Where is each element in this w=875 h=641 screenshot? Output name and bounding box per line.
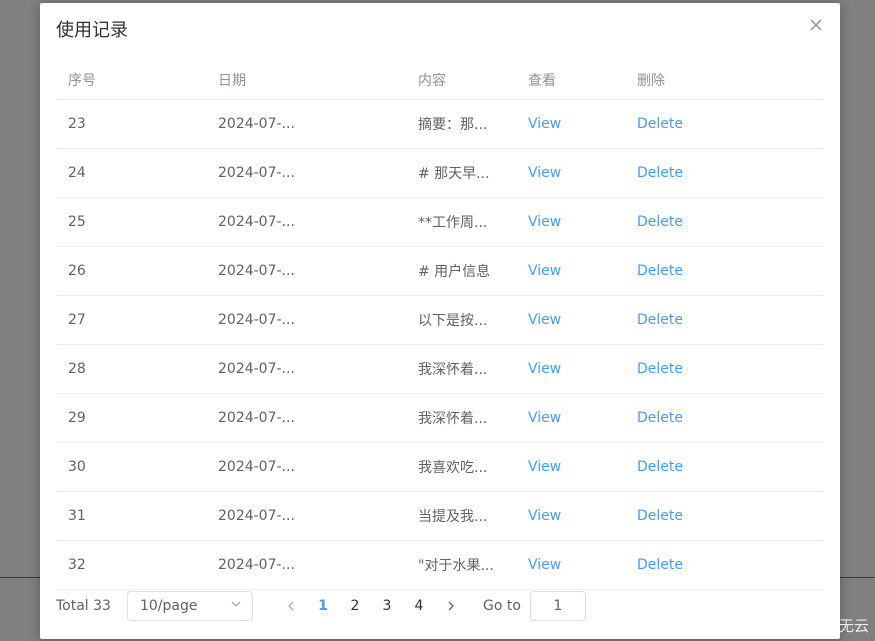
view-link[interactable]: View [528, 165, 561, 181]
delete-link[interactable]: Delete [637, 557, 683, 573]
usage-records-dialog: 使用记录 序号 日期 内容 查看 删除 23 2024-07-... 摘要：那.… [40, 3, 840, 639]
view-link[interactable]: View [528, 410, 561, 426]
view-link[interactable]: View [528, 214, 561, 230]
row-content: 摘要：那... [418, 117, 488, 133]
row-content: 我喜欢吃... [418, 460, 488, 476]
chevron-down-icon [230, 598, 242, 614]
header-view: 查看 [528, 73, 556, 89]
table-row: 32 2024-07-... "对于水果... View Delete [56, 541, 824, 590]
table-row: 27 2024-07-... 以下是按... View Delete [56, 296, 824, 345]
row-content: 我深怀着... [418, 362, 488, 378]
table-header: 序号 日期 内容 查看 删除 [56, 61, 824, 100]
chevron-left-icon [288, 601, 294, 611]
row-content: 以下是按... [418, 313, 488, 329]
prev-page-button[interactable] [275, 591, 307, 621]
close-icon[interactable] [808, 17, 824, 33]
row-date: 2024-07-... [218, 459, 295, 475]
page-button-1[interactable]: 1 [307, 591, 339, 621]
table-row: 30 2024-07-... 我喜欢吃... View Delete [56, 443, 824, 492]
row-content: 当提及我... [418, 509, 488, 525]
delete-link[interactable]: Delete [637, 361, 683, 377]
table-row: 29 2024-07-... 我深怀着... View Delete [56, 394, 824, 443]
page-button-4[interactable]: 4 [403, 591, 435, 621]
row-date: 2024-07-... [218, 361, 295, 377]
row-id: 27 [68, 312, 86, 328]
header-id: 序号 [68, 73, 96, 89]
row-date: 2024-07-... [218, 214, 295, 230]
pagination: Total 33 10/page 1 2 3 4 Go to [56, 590, 824, 622]
view-link[interactable]: View [528, 312, 561, 328]
row-id: 25 [68, 214, 86, 230]
page-button-2[interactable]: 2 [339, 591, 371, 621]
delete-link[interactable]: Delete [637, 508, 683, 524]
view-link[interactable]: View [528, 263, 561, 279]
row-date: 2024-07-... [218, 263, 295, 279]
header-date: 日期 [218, 73, 246, 89]
delete-link[interactable]: Delete [637, 410, 683, 426]
view-link[interactable]: View [528, 557, 561, 573]
row-content: # 那天早... [418, 166, 490, 182]
table-row: 31 2024-07-... 当提及我... View Delete [56, 492, 824, 541]
row-content: **工作周... [418, 215, 488, 231]
page-size-select[interactable]: 10/page [126, 591, 253, 621]
view-link[interactable]: View [528, 459, 561, 475]
row-id: 26 [68, 263, 86, 279]
delete-link[interactable]: Delete [637, 116, 683, 132]
row-date: 2024-07-... [218, 557, 295, 573]
page-size-value: 10/page [139, 598, 198, 614]
view-link[interactable]: View [528, 361, 561, 377]
row-date: 2024-07-... [218, 312, 295, 328]
watermark: CSDN @随风万里无云 [716, 617, 869, 635]
header-content: 内容 [418, 73, 446, 89]
table-row: 28 2024-07-... 我深怀着... View Delete [56, 345, 824, 394]
header-delete: 删除 [637, 73, 665, 89]
row-content: # 用户信息 [418, 264, 491, 280]
page-button-3[interactable]: 3 [371, 591, 403, 621]
row-content: "对于水果... [418, 558, 494, 574]
table-row: 26 2024-07-... # 用户信息 View Delete [56, 247, 824, 296]
row-date: 2024-07-... [218, 165, 295, 181]
row-id: 29 [68, 410, 86, 426]
records-table: 序号 日期 内容 查看 删除 23 2024-07-... 摘要：那... Vi… [56, 61, 824, 590]
table-row: 23 2024-07-... 摘要：那... View Delete [56, 100, 824, 149]
row-id: 30 [68, 459, 86, 475]
row-date: 2024-07-... [218, 116, 295, 132]
row-content: 我深怀着... [418, 411, 488, 427]
total-count: Total 33 [56, 598, 111, 614]
table-row: 24 2024-07-... # 那天早... View Delete [56, 149, 824, 198]
dialog-title: 使用记录 [56, 20, 128, 41]
next-page-button[interactable] [435, 591, 467, 621]
delete-link[interactable]: Delete [637, 263, 683, 279]
row-id: 31 [68, 508, 86, 524]
table-row: 25 2024-07-... **工作周... View Delete [56, 198, 824, 247]
row-id: 23 [68, 116, 86, 132]
delete-link[interactable]: Delete [637, 459, 683, 475]
row-id: 24 [68, 165, 86, 181]
delete-link[interactable]: Delete [637, 214, 683, 230]
row-id: 28 [68, 361, 86, 377]
row-date: 2024-07-... [218, 508, 295, 524]
chevron-right-icon [448, 601, 454, 611]
goto-label: Go to [482, 598, 521, 614]
row-id: 32 [68, 557, 86, 573]
row-date: 2024-07-... [218, 410, 295, 426]
delete-link[interactable]: Delete [637, 312, 683, 328]
goto-page-input[interactable] [529, 591, 586, 621]
delete-link[interactable]: Delete [637, 165, 683, 181]
view-link[interactable]: View [528, 508, 561, 524]
view-link[interactable]: View [528, 116, 561, 132]
